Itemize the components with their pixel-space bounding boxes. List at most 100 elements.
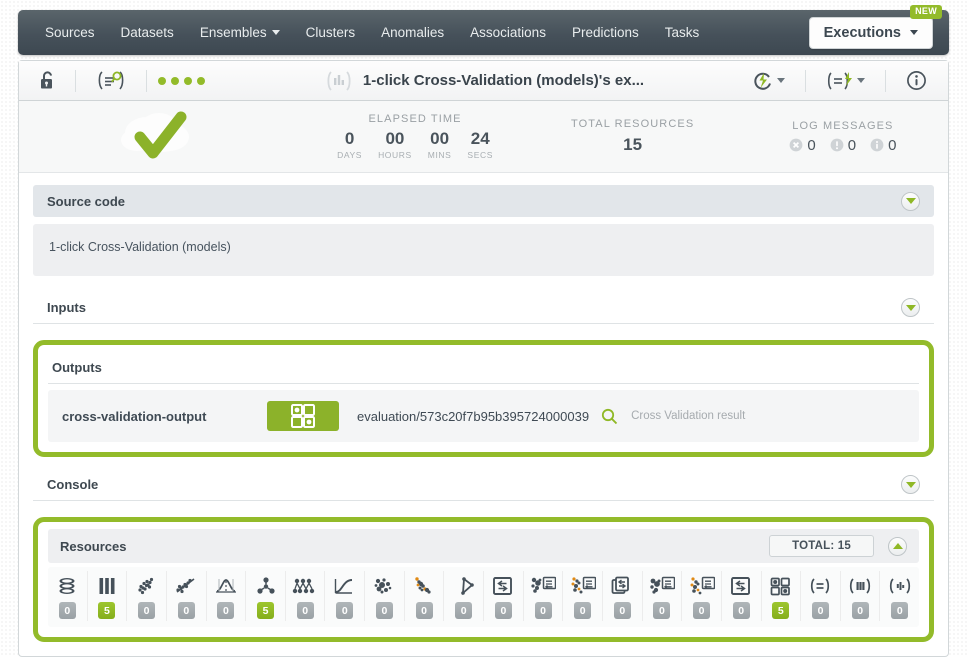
resource-count-badge: 0 (296, 602, 314, 619)
resource-cell-library[interactable]: 0 (841, 571, 881, 621)
page-title: 1-click Cross-Validation (models)'s ex..… (362, 72, 645, 89)
section-header-outputs[interactable]: Outputs (48, 352, 919, 384)
configuration-icon (728, 576, 754, 597)
resource-cell-association[interactable]: 0 (365, 571, 405, 621)
resource-count-badge: 0 (217, 602, 235, 619)
outputs-highlight-box: Outputs cross-validation-output evaluati… (33, 340, 934, 457)
resource-count-badge: 5 (772, 602, 790, 619)
elapsed-unit-label: HOURS (378, 149, 412, 160)
nav-item-ensembles[interactable]: Ensembles (187, 19, 293, 46)
nav-item-label: Sources (45, 25, 95, 40)
section-header-inputs[interactable]: Inputs (33, 292, 934, 324)
elapsed-unit-label: MINS (427, 149, 452, 160)
model-icon (134, 576, 160, 597)
resource-cell-centroid[interactable]: 0 (524, 571, 564, 621)
output-row: cross-validation-output evaluation/573c2… (48, 390, 919, 442)
elapsed-unit-label: SECS (467, 149, 493, 160)
collapse-toggle-source-code[interactable] (901, 191, 920, 211)
resource-cell-logistic-regression[interactable]: 0 (325, 571, 366, 621)
nav-item-tasks[interactable]: Tasks (652, 19, 713, 46)
resource-cell-topic-model[interactable]: 0 (444, 571, 485, 621)
library-icon (847, 576, 873, 597)
resource-cell-prediction[interactable]: 0 (484, 571, 524, 621)
execution-icon (887, 576, 913, 597)
resource-cell-linear-regression[interactable]: 0 (167, 571, 207, 621)
log-messages-block: LOG MESSAGES 0 0 0 (738, 120, 948, 154)
resource-cell-ensemble[interactable]: 5 (246, 571, 286, 621)
resource-cell-batch-centroid[interactable]: 0 (643, 571, 683, 621)
evaluation-icon (768, 576, 794, 597)
output-resource-id[interactable]: evaluation/573c20f7b95b395724000039 (357, 409, 589, 424)
elapsed-value: 24 (470, 129, 490, 149)
execution-panel: 1-click Cross-Validation (models)'s ex..… (18, 60, 949, 657)
resource-cell-batch-topic-distribution[interactable]: 0 (682, 571, 722, 621)
chevron-up-icon (892, 543, 903, 549)
script-search-icon[interactable] (87, 70, 135, 91)
toolbar-divider-3 (805, 69, 806, 92)
log-count-value: 0 (847, 136, 857, 154)
anomaly-icon (213, 576, 239, 597)
topic-model-icon (451, 576, 477, 597)
script-icon (807, 576, 833, 597)
nav-item-clusters[interactable]: Clusters (293, 19, 369, 46)
chevron-down-icon (905, 198, 916, 204)
resource-cell-dataset[interactable]: 5 (88, 571, 128, 621)
info-icon[interactable] (897, 70, 936, 91)
search-icon[interactable] (601, 408, 618, 425)
resource-cell-script[interactable]: 0 (801, 571, 841, 621)
chevron-down-icon (905, 304, 916, 311)
resource-cell-batch-anomaly-score[interactable]: 0 (563, 571, 603, 621)
nav-item-associations[interactable]: Associations (457, 19, 559, 46)
resource-cell-anomaly[interactable]: 0 (207, 571, 247, 621)
association-icon (371, 576, 397, 597)
elapsed-time-block: ELAPSED TIME 0 DAYS 00 HOURS 00 MINS 24 SECS (303, 113, 528, 160)
nav-item-label: Associations (470, 25, 546, 40)
elapsed-unit-days: 0 DAYS (337, 130, 362, 160)
main-navigation-bar: Sources Datasets Ensembles Clusters Anomalie… (18, 4, 949, 55)
batch-prediction-icon (609, 576, 635, 597)
output-description: Cross Validation result (631, 410, 746, 422)
executions-dropdown-button[interactable]: Executions (808, 16, 933, 49)
nav-item-datasets[interactable]: Datasets (108, 19, 187, 46)
new-script-execution-icon[interactable] (817, 71, 874, 91)
rerun-execution-icon[interactable] (743, 71, 794, 91)
section-header-source-code[interactable]: Source code (33, 185, 934, 217)
resource-cell-cluster[interactable]: 0 (286, 571, 326, 621)
resource-cell-batch-prediction[interactable]: 0 (603, 571, 643, 621)
source-code-content: 1-click Cross-Validation (models) (33, 224, 934, 276)
resource-cell-configuration[interactable]: 0 (722, 571, 762, 621)
inputs-title: Inputs (47, 300, 86, 315)
collapse-toggle-console[interactable] (901, 475, 920, 494)
toolbar-divider-2 (146, 69, 147, 92)
resource-cell-model[interactable]: 0 (127, 571, 167, 621)
section-header-resources: Resources TOTAL: 15 (48, 529, 919, 563)
resource-count-badge: 0 (534, 602, 552, 619)
resource-cell-source[interactable]: 0 (48, 571, 88, 621)
status-dot (197, 76, 205, 85)
section-header-console[interactable]: Console (33, 469, 934, 501)
collapse-toggle-inputs[interactable] (901, 298, 920, 317)
nav-item-label: Ensembles (199, 25, 267, 40)
log-message-counts: 0 0 0 (738, 137, 948, 154)
resources-title: Resources (60, 538, 127, 554)
elapsed-value: 0 (344, 129, 355, 149)
outputs-title: Outputs (52, 360, 102, 375)
executions-label: Executions (823, 24, 901, 41)
nav-item-anomalies[interactable]: Anomalies (368, 19, 457, 46)
nav-item-label: Anomalies (381, 25, 445, 40)
collapse-toggle-resources[interactable] (888, 536, 907, 556)
executions-menu-wrapper: Executions NEW (808, 4, 942, 49)
console-title: Console (47, 477, 99, 492)
nav-item-sources[interactable]: Sources (32, 19, 108, 46)
nav-item-predictions[interactable]: Predictions (559, 19, 652, 46)
elapsed-unit-mins: 00 MINS (428, 130, 452, 160)
unlocked-padlock-icon[interactable] (31, 71, 64, 90)
log-count-info: 0 (870, 137, 896, 154)
resources-total-badge: TOTAL: 15 (769, 535, 874, 557)
evaluation-icon-button[interactable] (267, 401, 339, 431)
total-resources-value: 15 (623, 135, 643, 154)
resource-cell-execution[interactable]: 0 (880, 571, 919, 621)
resource-cell-anomaly-score[interactable]: 0 (405, 571, 445, 621)
resource-cell-evaluation[interactable]: 5 (762, 571, 802, 621)
resource-count-badge: 0 (336, 602, 354, 619)
